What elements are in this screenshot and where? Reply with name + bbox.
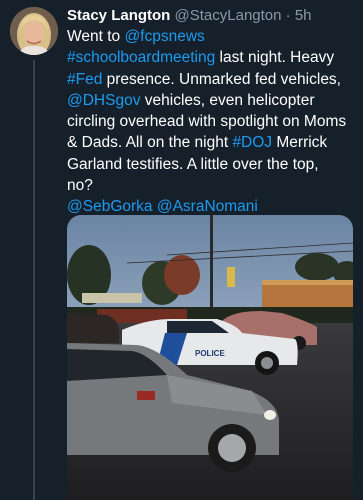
tweet-text-segment: & Dads. All on the night [67,134,233,152]
police-label: POLICE [195,349,225,358]
tweet-text-segment: presence. Unmarked fed vehicles, [102,70,341,88]
mention-link[interactable]: @AsraNomani [157,198,258,215]
author-handle[interactable]: @StacyLangton [175,7,282,24]
hashtag-link[interactable]: #schoolboardmeeting [67,49,215,66]
tweet-photo[interactable]: POLICE [67,215,353,500]
hashtag-link[interactable]: #DOJ [232,134,272,151]
avatar-photo-icon [10,7,58,55]
tweet-text-segment: Merrick [272,134,328,152]
thread-line [33,60,35,500]
tweet-header: Stacy Langton @StacyLangton · 5h [67,6,357,26]
tweet-text-line: Garland testifies. A little over the top… [67,154,359,175]
avatar[interactable] [10,7,58,55]
tweet-text-segment: Went to [67,28,125,45]
tweet-text-line: #Fed presence. Unmarked fed vehicles, [67,69,359,90]
tweet-text-line: Went to @fcpsnews [67,26,359,47]
mention-link[interactable]: @DHSgov [67,92,140,109]
tweet-timestamp[interactable]: 5h [295,7,312,24]
tweet-text: Went to @fcpsnews #schoolboardmeeting las… [67,26,359,218]
hashtag-link[interactable]: #Fed [67,71,102,88]
mention-link[interactable]: @SebGorka [67,198,153,215]
tweet-text-segment: Garland testifies. A little over the top… [67,155,319,173]
tweet-text-line: & Dads. All on the night #DOJ Merrick [67,132,359,153]
tweet-text-line: no? [67,175,359,196]
tweet-text-segment: last night. Heavy [215,49,335,67]
tweet-text-segment: vehicles, even helicopter [140,91,315,109]
mention-link[interactable]: @fcpsnews [124,28,204,45]
tweet-text-segment: circling overhead with spotlight on Moms [67,113,347,131]
header-separator: · [285,7,291,24]
tweet-text-line: #schoolboardmeeting last night. Heavy [67,47,359,68]
author-name[interactable]: Stacy Langton [67,7,170,24]
tweet-text-line: circling overhead with spotlight on Moms [67,111,359,132]
tweet-text-segment: no? [67,177,93,195]
parking-lot-photo-icon: POLICE [67,215,353,500]
tweet-text-line: @DHSgov vehicles, even helicopter [67,90,359,111]
